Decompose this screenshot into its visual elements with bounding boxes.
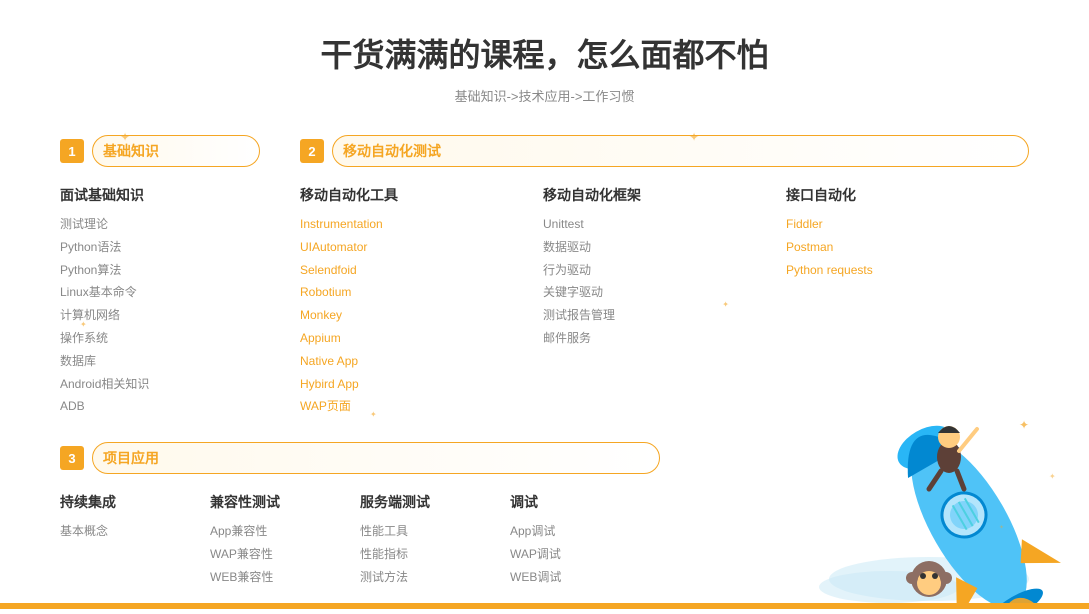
group-server-test: 服务端测试 性能工具 性能指标 测试方法: [360, 492, 510, 588]
section-2-content: 移动自动化工具 Instrumentation UIAutomator Sele…: [300, 185, 1029, 418]
group-debug: 调试 App调试 WAP调试 WEB调试: [510, 492, 660, 588]
group-interface-auto: 接口自动化 Fiddler Postman Python requests: [786, 185, 1029, 418]
group-debug-title: 调试: [510, 492, 650, 512]
sections-row-1-2: 1 基础知识 面试基础知识 测试理论 Python语法 Python算法 Lin…: [60, 135, 1029, 418]
group-mobile-framework-title: 移动自动化框架: [543, 185, 776, 205]
item-perf-tools[interactable]: 性能工具: [360, 520, 500, 543]
item-email-service[interactable]: 邮件服务: [543, 327, 776, 350]
item-network[interactable]: 计算机网络: [60, 304, 250, 327]
section-2-bar: 移动自动化测试: [332, 135, 1029, 167]
item-monkey[interactable]: Monkey: [300, 304, 533, 327]
item-basic-concept[interactable]: 基本概念: [60, 520, 200, 543]
deco-star-3: ✦: [370, 410, 377, 419]
group-ci-title: 持续集成: [60, 492, 200, 512]
item-db[interactable]: 数据库: [60, 350, 250, 373]
item-app-debug[interactable]: App调试: [510, 520, 650, 543]
item-unittest[interactable]: Unittest: [543, 213, 776, 236]
item-web-compat[interactable]: WEB兼容性: [210, 566, 350, 589]
item-selendfoid[interactable]: Selendfoid: [300, 259, 533, 282]
item-native-app[interactable]: Native App: [300, 350, 533, 373]
item-test-method[interactable]: 测试方法: [360, 566, 500, 589]
deco-star-4: ✦: [689, 130, 699, 144]
section-1: 1 基础知识 面试基础知识 测试理论 Python语法 Python算法 Lin…: [60, 135, 260, 418]
deco-star-2: ✦: [80, 320, 87, 329]
item-appium[interactable]: Appium: [300, 327, 533, 350]
section-3-label: 项目应用: [103, 448, 159, 468]
page-title: 干货满满的课程，怎么面都不怕: [60, 30, 1029, 76]
section-3-header: 3 项目应用: [60, 442, 660, 474]
section-2-header: 2 移动自动化测试: [300, 135, 1029, 167]
section-3-bar: 项目应用: [92, 442, 660, 474]
item-data-driven[interactable]: 数据驱动: [543, 236, 776, 259]
group-compatibility-title: 兼容性测试: [210, 492, 350, 512]
group-basics: 面试基础知识 测试理论 Python语法 Python算法 Linux基本命令 …: [60, 185, 260, 418]
item-hybird-app[interactable]: Hybird App: [300, 373, 533, 396]
item-python-algo[interactable]: Python算法: [60, 259, 250, 282]
item-linux[interactable]: Linux基本命令: [60, 281, 250, 304]
group-basics-title: 面试基础知识: [60, 185, 250, 205]
deco-star-5: ✦: [722, 300, 729, 309]
section-1-bar: 基础知识: [92, 135, 260, 167]
item-keyword-driven[interactable]: 关键字驱动: [543, 281, 776, 304]
group-compatibility: 兼容性测试 App兼容性 WAP兼容性 WEB兼容性: [210, 492, 360, 588]
section-3: 3 项目应用 持续集成 基本概念 兼容性测试 App兼容性 WAP兼容性 WEB…: [60, 442, 660, 588]
item-testing-theory[interactable]: 测试理论: [60, 213, 250, 236]
item-android[interactable]: Android相关知识: [60, 373, 250, 396]
item-web-debug[interactable]: WEB调试: [510, 566, 650, 589]
group-mobile-tools-title: 移动自动化工具: [300, 185, 533, 205]
section-1-content: 面试基础知识 测试理论 Python语法 Python算法 Linux基本命令 …: [60, 185, 260, 418]
bottom-bar: [0, 603, 1089, 609]
section-2-number: 2: [300, 139, 324, 163]
item-fiddler[interactable]: Fiddler: [786, 213, 1019, 236]
svg-text:✦: ✦: [1019, 418, 1029, 432]
section-1-label: 基础知识: [103, 141, 159, 161]
group-server-test-title: 服务端测试: [360, 492, 500, 512]
item-postman[interactable]: Postman: [786, 236, 1019, 259]
section-2-label: 移动自动化测试: [343, 141, 441, 161]
item-perf-index[interactable]: 性能指标: [360, 543, 500, 566]
section-1-number: 1: [60, 139, 84, 163]
item-behavior-driven[interactable]: 行为驱动: [543, 259, 776, 282]
page-wrapper: ✦ ✦ ✦ ✦ ✦ 干货满满的课程，怎么面都不怕 基础知识->技术应用->工作习…: [0, 0, 1089, 609]
group-mobile-framework: 移动自动化框架 Unittest 数据驱动 行为驱动 关键字驱动 测试报告管理 …: [543, 185, 786, 418]
item-python-syntax[interactable]: Python语法: [60, 236, 250, 259]
item-instrumentation[interactable]: Instrumentation: [300, 213, 533, 236]
section-3-number: 3: [60, 446, 84, 470]
deco-star-1: ✦: [120, 130, 130, 144]
item-robotium[interactable]: Robotium: [300, 281, 533, 304]
svg-text:✦: ✦: [999, 524, 1004, 531]
section-3-content: 持续集成 基本概念 兼容性测试 App兼容性 WAP兼容性 WEB兼容性 服务端…: [60, 492, 660, 588]
group-interface-auto-title: 接口自动化: [786, 185, 1019, 205]
item-report-mgmt[interactable]: 测试报告管理: [543, 304, 776, 327]
item-python-requests[interactable]: Python requests: [786, 259, 1019, 282]
item-adb[interactable]: ADB: [60, 395, 250, 418]
svg-text:✦: ✦: [1049, 472, 1056, 481]
item-uiautomator[interactable]: UIAutomator: [300, 236, 533, 259]
item-wap-page[interactable]: WAP页面: [300, 395, 533, 418]
group-ci: 持续集成 基本概念: [60, 492, 210, 588]
section-2: 2 移动自动化测试 移动自动化工具 Instrumentation UIAuto…: [300, 135, 1029, 418]
group-mobile-tools: 移动自动化工具 Instrumentation UIAutomator Sele…: [300, 185, 543, 418]
item-app-compat[interactable]: App兼容性: [210, 520, 350, 543]
page-subtitle: 基础知识->技术应用->工作习惯: [60, 86, 1029, 105]
item-wap-debug[interactable]: WAP调试: [510, 543, 650, 566]
item-os[interactable]: 操作系统: [60, 327, 250, 350]
section-1-header: 1 基础知识: [60, 135, 260, 167]
item-wap-compat[interactable]: WAP兼容性: [210, 543, 350, 566]
